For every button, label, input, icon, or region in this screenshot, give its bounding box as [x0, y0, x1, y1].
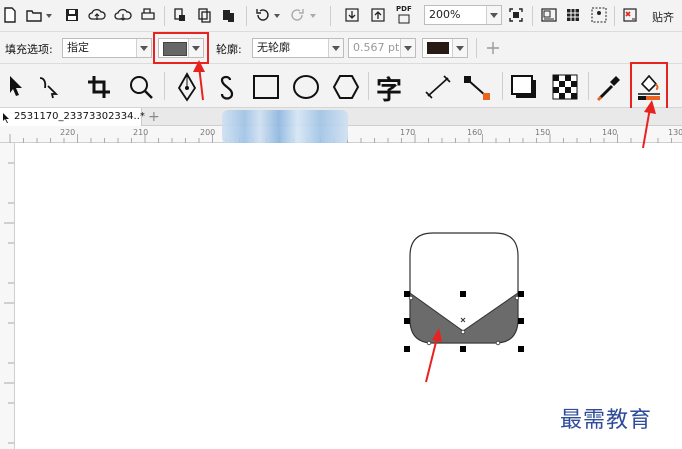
artistic-media-tool-icon[interactable] — [216, 74, 242, 102]
selection-handle — [460, 291, 466, 297]
export-arrow-icon[interactable] — [370, 7, 386, 23]
node-point — [408, 295, 414, 301]
outline-width-dropdown[interactable]: 0.567 pt — [348, 38, 416, 58]
rectangle-tool-icon[interactable] — [252, 74, 280, 100]
ruler-label: 220 — [60, 128, 76, 137]
fill-type-dropdown[interactable]: 指定 — [62, 38, 152, 58]
pdf-page-icon — [398, 14, 410, 24]
publish-pdf-button[interactable]: PDF — [396, 5, 412, 25]
export-icon[interactable] — [196, 7, 212, 23]
outline-color-picker[interactable] — [422, 38, 468, 58]
snap-to-label[interactable]: 贴齐 — [652, 9, 674, 25]
print-icon[interactable] — [140, 7, 156, 23]
save-icon[interactable] — [64, 7, 80, 23]
selection-handle — [404, 346, 410, 352]
show-rulers-icon[interactable] — [540, 7, 558, 23]
ruler-label: 200 — [200, 128, 216, 137]
connector-tool-icon[interactable] — [462, 74, 492, 102]
pdf-label: PDF — [396, 5, 412, 13]
open-dropdown-caret[interactable] — [46, 14, 52, 18]
crop-tool-icon[interactable] — [86, 74, 112, 100]
standard-toolbar: PDF 200% 贴齐 — [0, 0, 682, 32]
fill-color-highlight — [153, 32, 209, 64]
undo-icon[interactable] — [254, 7, 270, 23]
node-point — [426, 340, 432, 346]
ruler-label: 160 — [467, 128, 483, 137]
outline-width-dropdown-button[interactable] — [400, 39, 415, 57]
cloud-download-icon[interactable] — [114, 7, 132, 23]
text-tool-icon[interactable]: 字 — [376, 70, 402, 107]
snap-options-icon[interactable] — [622, 7, 638, 23]
fill-type-value: 指定 — [67, 41, 89, 54]
dimension-tool-icon[interactable] — [424, 74, 452, 100]
open-folder-icon[interactable] — [26, 7, 42, 23]
zoom-tool-icon[interactable] — [128, 74, 154, 100]
selection-handle — [404, 318, 410, 324]
outline-style-dropdown[interactable]: 无轮廓 — [252, 38, 344, 58]
tab-pointer-icon — [3, 113, 9, 123]
transparency-tool-icon[interactable] — [552, 74, 578, 100]
outline-color-swatch — [427, 42, 449, 54]
pick-tool-icon[interactable] — [6, 74, 26, 100]
node-point — [514, 295, 520, 301]
outline-label: 轮廓: — [216, 43, 242, 56]
ruler-label: 170 — [400, 128, 416, 137]
outline-style-dropdown-button[interactable] — [328, 39, 343, 57]
eyedropper-tool-icon[interactable] — [596, 74, 622, 102]
ruler-label: 150 — [535, 128, 551, 137]
outline-style-value: 无轮廓 — [257, 41, 290, 54]
document-tab-title: 2531170_23373302334..* — [14, 111, 145, 122]
ellipse-tool-icon[interactable] — [292, 74, 320, 100]
ruler-label: 130 — [668, 128, 682, 137]
selection-handle — [404, 291, 410, 297]
redo-icon — [291, 9, 304, 21]
property-bar: 填充选项: 指定 轮廓: 无轮廓 0.567 pt — [0, 32, 682, 64]
fill-type-dropdown-button[interactable] — [136, 39, 151, 57]
import-arrow-icon[interactable] — [344, 7, 360, 23]
show-guidelines-icon[interactable] — [590, 6, 608, 24]
full-screen-icon[interactable] — [508, 7, 524, 23]
blurred-region — [222, 110, 348, 144]
outline-color-dropdown-button[interactable] — [452, 39, 467, 57]
add-preset-icon[interactable] — [486, 41, 500, 55]
document-tab[interactable]: 2531170_23373302334..* — [0, 108, 145, 126]
fill-options-label: 填充选项: — [5, 43, 53, 56]
vertical-ruler[interactable] — [0, 143, 15, 449]
selection-handle — [518, 318, 524, 324]
ruler-label: 210 — [133, 128, 149, 137]
vertical-ruler-ticks — [4, 162, 14, 444]
zoom-level-value: 200% — [429, 8, 461, 21]
new-tab-button[interactable]: + — [148, 108, 160, 126]
watermark-text: 最需教育 — [560, 408, 653, 433]
node-point — [460, 329, 466, 335]
import-icon[interactable] — [172, 7, 188, 23]
zoom-level-combo[interactable]: 200% — [424, 5, 502, 25]
ruler-label: 140 — [602, 128, 618, 137]
selection-handle — [518, 346, 524, 352]
redo-dropdown-caret — [310, 14, 316, 18]
selection-handle — [460, 346, 466, 352]
cloud-upload-icon[interactable] — [88, 7, 106, 23]
zoom-dropdown-button[interactable] — [486, 6, 501, 24]
shape-tool-icon[interactable] — [36, 74, 62, 100]
node-point — [495, 340, 501, 346]
toolbox: 字 — [0, 62, 682, 112]
new-document-icon[interactable] — [2, 6, 18, 24]
selection-handle — [518, 291, 524, 297]
outline-width-value: 0.567 pt — [353, 41, 400, 54]
drop-shadow-tool-icon[interactable] — [510, 74, 538, 100]
show-grid-icon[interactable] — [565, 7, 581, 23]
pen-tool-icon[interactable] — [176, 72, 198, 102]
undo-dropdown-caret[interactable] — [274, 14, 280, 18]
polygon-tool-icon[interactable] — [332, 74, 360, 100]
interactive-fill-highlight — [630, 62, 668, 112]
clipboard-icon[interactable] — [220, 7, 236, 23]
